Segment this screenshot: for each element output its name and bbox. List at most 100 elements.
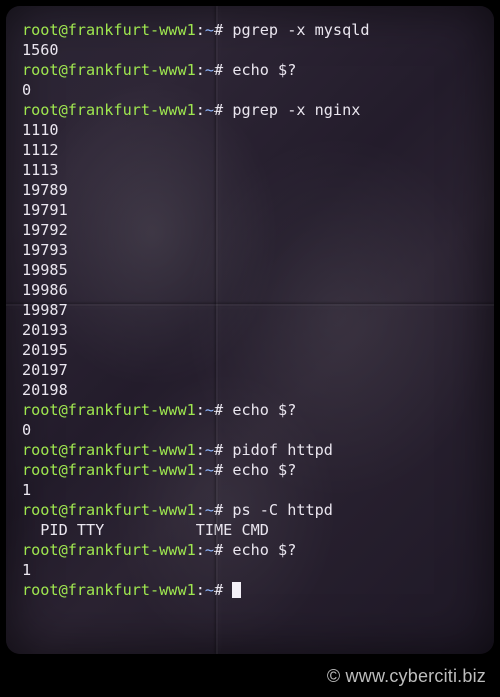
command-line: root@frankfurt-www1:~# echo $? xyxy=(22,540,482,560)
command-line: root@frankfurt-www1:~# ps -C httpd xyxy=(22,500,482,520)
output-text: 20195 xyxy=(22,341,68,359)
command-text[interactable]: echo $? xyxy=(232,541,296,559)
command-text[interactable]: pgrep -x nginx xyxy=(232,101,360,119)
prompt-user-host: root@frankfurt-www1 xyxy=(22,441,196,459)
output-text: 1113 xyxy=(22,161,59,179)
command-line: root@frankfurt-www1:~# pgrep -x nginx xyxy=(22,100,482,120)
output-line: 20197 xyxy=(22,360,482,380)
shell-prompt: root@frankfurt-www1:~# xyxy=(22,501,232,519)
watermark-text: © www.cyberciti.biz xyxy=(327,666,486,687)
output-text: 19987 xyxy=(22,301,68,319)
output-line: 20198 xyxy=(22,380,482,400)
output-line: 1112 xyxy=(22,140,482,160)
output-text: 19985 xyxy=(22,261,68,279)
output-text: 20197 xyxy=(22,361,68,379)
output-text: 20193 xyxy=(22,321,68,339)
prompt-sigil: # xyxy=(214,501,232,519)
output-line: PID TTY TIME CMD xyxy=(22,520,482,540)
output-line: 19985 xyxy=(22,260,482,280)
shell-prompt: root@frankfurt-www1:~# xyxy=(22,401,232,419)
prompt-path: ~ xyxy=(205,101,214,119)
prompt-colon: : xyxy=(196,581,205,599)
command-line: root@frankfurt-www1:~# echo $? xyxy=(22,460,482,480)
prompt-user-host: root@frankfurt-www1 xyxy=(22,581,196,599)
output-line: 19986 xyxy=(22,280,482,300)
command-line: root@frankfurt-www1:~# pidof httpd xyxy=(22,440,482,460)
shell-prompt: root@frankfurt-www1:~# xyxy=(22,61,232,79)
cursor xyxy=(232,582,241,598)
shell-prompt: root@frankfurt-www1:~# xyxy=(22,101,232,119)
output-text: 19789 xyxy=(22,181,68,199)
prompt-colon: : xyxy=(196,21,205,39)
output-text: 1 xyxy=(22,481,31,499)
prompt-colon: : xyxy=(196,61,205,79)
output-text: 0 xyxy=(22,421,31,439)
output-text: 1560 xyxy=(22,41,59,59)
output-text: PID TTY TIME CMD xyxy=(22,521,269,539)
output-text: 19792 xyxy=(22,221,68,239)
prompt-colon: : xyxy=(196,101,205,119)
terminal-window[interactable]: root@frankfurt-www1:~# pgrep -x mysqld15… xyxy=(6,6,494,654)
command-line: root@frankfurt-www1:~# pgrep -x mysqld xyxy=(22,20,482,40)
command-line: root@frankfurt-www1:~# echo $? xyxy=(22,400,482,420)
prompt-path: ~ xyxy=(205,21,214,39)
screenshot-frame: root@frankfurt-www1:~# pgrep -x mysqld15… xyxy=(0,0,500,697)
output-text: 1112 xyxy=(22,141,59,159)
prompt-user-host: root@frankfurt-www1 xyxy=(22,401,196,419)
output-text: 1110 xyxy=(22,121,59,139)
command-text[interactable]: echo $? xyxy=(232,461,296,479)
output-line: 1560 xyxy=(22,40,482,60)
prompt-sigil: # xyxy=(214,101,232,119)
output-line: 1 xyxy=(22,560,482,580)
output-line: 19789 xyxy=(22,180,482,200)
output-line: 1110 xyxy=(22,120,482,140)
shell-prompt: root@frankfurt-www1:~# xyxy=(22,441,232,459)
shell-prompt: root@frankfurt-www1:~# xyxy=(22,541,232,559)
output-line: 0 xyxy=(22,80,482,100)
prompt-colon: : xyxy=(196,461,205,479)
prompt-user-host: root@frankfurt-www1 xyxy=(22,101,196,119)
prompt-path: ~ xyxy=(205,581,214,599)
prompt-colon: : xyxy=(196,541,205,559)
command-text[interactable]: pgrep -x mysqld xyxy=(232,21,369,39)
prompt-user-host: root@frankfurt-www1 xyxy=(22,461,196,479)
output-line: 1 xyxy=(22,480,482,500)
output-line: 0 xyxy=(22,420,482,440)
prompt-sigil: # xyxy=(214,581,232,599)
output-line: 20193 xyxy=(22,320,482,340)
prompt-sigil: # xyxy=(214,461,232,479)
output-line: 1113 xyxy=(22,160,482,180)
prompt-sigil: # xyxy=(214,21,232,39)
prompt-user-host: root@frankfurt-www1 xyxy=(22,21,196,39)
prompt-user-host: root@frankfurt-www1 xyxy=(22,61,196,79)
output-line: 19791 xyxy=(22,200,482,220)
command-text[interactable]: pidof httpd xyxy=(232,441,333,459)
output-line: 19792 xyxy=(22,220,482,240)
command-line: root@frankfurt-www1:~# echo $? xyxy=(22,60,482,80)
output-line: 20195 xyxy=(22,340,482,360)
prompt-path: ~ xyxy=(205,61,214,79)
output-text: 19793 xyxy=(22,241,68,259)
output-line: 19793 xyxy=(22,240,482,260)
output-line: 19987 xyxy=(22,300,482,320)
output-text: 19791 xyxy=(22,201,68,219)
prompt-sigil: # xyxy=(214,401,232,419)
prompt-colon: : xyxy=(196,401,205,419)
shell-prompt: root@frankfurt-www1:~# xyxy=(22,461,232,479)
command-text[interactable]: ps -C httpd xyxy=(232,501,333,519)
prompt-path: ~ xyxy=(205,541,214,559)
prompt-sigil: # xyxy=(214,61,232,79)
command-text[interactable]: echo $? xyxy=(232,401,296,419)
prompt-path: ~ xyxy=(205,401,214,419)
prompt-path: ~ xyxy=(205,501,214,519)
output-text: 0 xyxy=(22,81,31,99)
prompt-colon: : xyxy=(196,501,205,519)
prompt-sigil: # xyxy=(214,441,232,459)
prompt-path: ~ xyxy=(205,461,214,479)
prompt-user-host: root@frankfurt-www1 xyxy=(22,541,196,559)
output-text: 1 xyxy=(22,561,31,579)
output-text: 19986 xyxy=(22,281,68,299)
shell-prompt: root@frankfurt-www1:~# xyxy=(22,581,232,599)
prompt-colon: : xyxy=(196,441,205,459)
command-text[interactable]: echo $? xyxy=(232,61,296,79)
